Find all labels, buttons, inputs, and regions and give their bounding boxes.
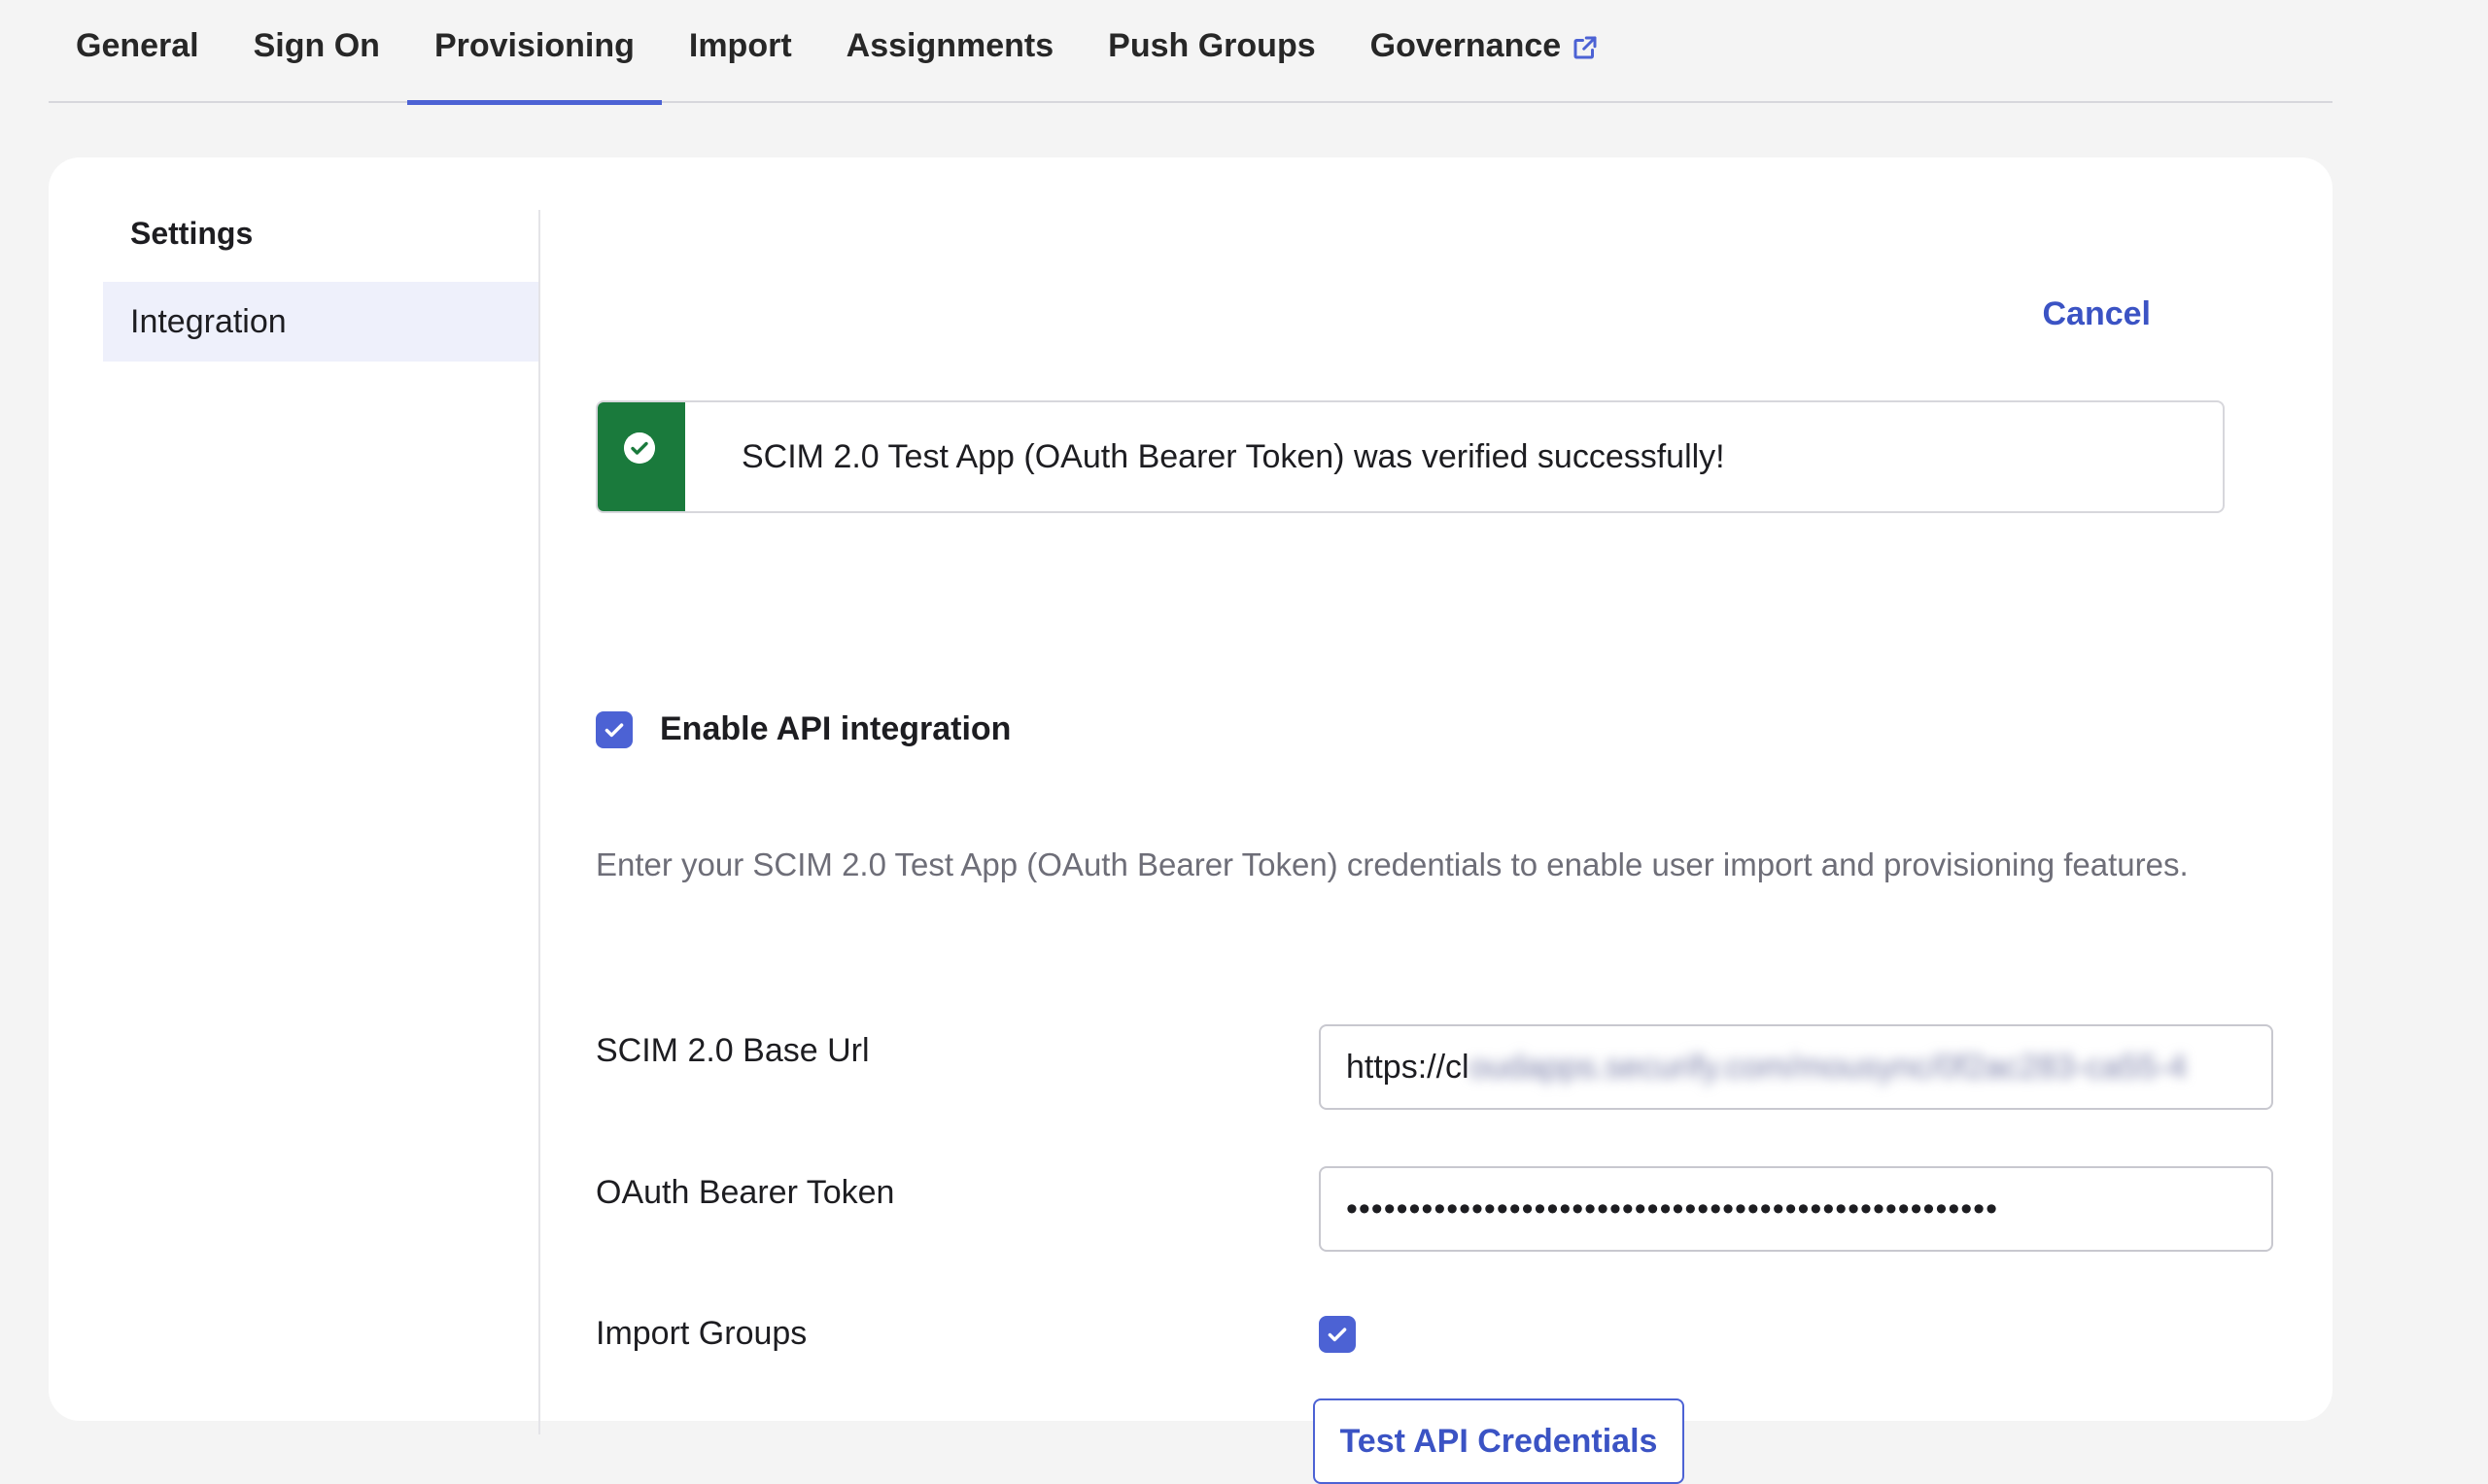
tab-import[interactable]: Import: [662, 0, 819, 103]
tab-label: Governance: [1369, 27, 1562, 64]
tab-assignments[interactable]: Assignments: [819, 0, 1082, 103]
tab-label: General: [76, 27, 199, 64]
tab-push-groups[interactable]: Push Groups: [1081, 0, 1342, 103]
enable-api-checkbox[interactable]: [596, 710, 633, 748]
tab-governance[interactable]: Governance: [1343, 0, 1628, 103]
tab-bar: General Sign On Provisioning Import Assi…: [49, 0, 2332, 105]
external-link-icon: [1573, 36, 1597, 59]
check-icon: [1328, 1328, 1347, 1342]
integration-panel: Cancel SCIM 2.0 Test App (OAuth Bearer T…: [596, 157, 2273, 1484]
token-value: ••••••••••••••••••••••••••••••••••••••••…: [1346, 1190, 1998, 1227]
token-label: OAuth Bearer Token: [596, 1174, 895, 1211]
sidebar-divider: [538, 210, 540, 1434]
alert-message: SCIM 2.0 Test App (OAuth Bearer Token) w…: [742, 437, 1725, 475]
tab-label: Push Groups: [1108, 27, 1316, 64]
provisioning-card: Settings Integration Cancel SCIM 2.0 Tes…: [49, 157, 2332, 1484]
tab-sign-on[interactable]: Sign On: [226, 0, 407, 103]
import-groups-label: Import Groups: [596, 1315, 808, 1352]
token-input[interactable]: ••••••••••••••••••••••••••••••••••••••••…: [1319, 1166, 2273, 1252]
tab-label: Sign On: [253, 27, 380, 64]
sidebar-heading: Settings: [130, 216, 254, 251]
check-icon: [605, 722, 624, 737]
tab-general[interactable]: General: [49, 0, 226, 103]
base-url-value: https://cl: [1346, 1048, 1469, 1086]
test-api-credentials-button[interactable]: Test API Credentials: [1313, 1398, 1684, 1484]
alert-status-bar: [598, 402, 685, 511]
success-alert: SCIM 2.0 Test App (OAuth Bearer Token) w…: [596, 400, 2225, 513]
enable-api-label: Enable API integration: [660, 710, 1012, 747]
settings-sidebar: Settings Integration: [103, 210, 540, 362]
import-groups-checkbox[interactable]: [1319, 1316, 1356, 1353]
cancel-button[interactable]: Cancel: [2043, 295, 2152, 333]
tab-label: Provisioning: [433, 27, 635, 64]
base-url-input[interactable]: https://cl oudapps.securify.com/mousync/0…: [1319, 1024, 2273, 1110]
sidebar-item-integration[interactable]: Integration: [103, 282, 540, 362]
check-circle-icon: [624, 432, 655, 464]
tab-label: Import: [688, 27, 792, 64]
base-url-value-obscured: oudapps.securify.com/mousync/0f2ac283-ca…: [1469, 1048, 2187, 1086]
tab-label: Assignments: [846, 27, 1054, 64]
tab-provisioning[interactable]: Provisioning: [406, 0, 662, 105]
enable-api-row: Enable API integration: [596, 710, 1011, 748]
credentials-description: Enter your SCIM 2.0 Test App (OAuth Bear…: [596, 846, 2189, 882]
base-url-label: SCIM 2.0 Base Url: [596, 1032, 870, 1069]
